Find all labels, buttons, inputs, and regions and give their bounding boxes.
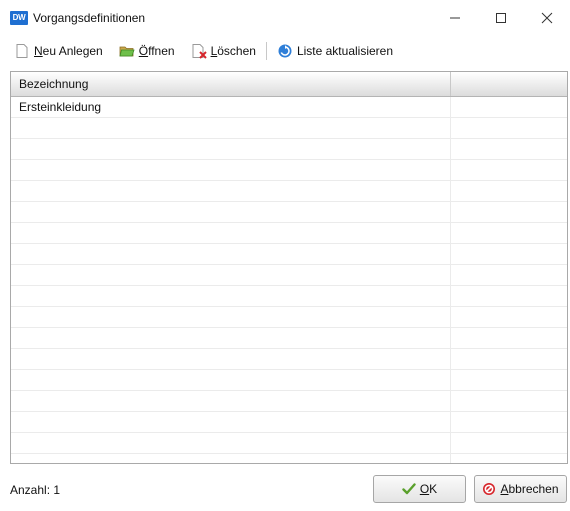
table-row[interactable] (11, 181, 567, 202)
cell-bezeichnung (11, 328, 451, 348)
minimize-icon (450, 17, 460, 19)
new-button[interactable]: Neu Anlegen (10, 40, 107, 62)
column-header-empty[interactable] (451, 72, 567, 96)
table-row[interactable] (11, 202, 567, 223)
cell-bezeichnung (11, 391, 451, 411)
table-row[interactable]: Ersteinkleidung (11, 97, 567, 118)
title-bar: DW Vorgangsdefinitionen (0, 0, 570, 36)
checkmark-icon (402, 482, 416, 496)
blank-document-icon (14, 43, 30, 59)
minimize-button[interactable] (432, 0, 478, 36)
cell-bezeichnung (11, 433, 451, 453)
column-header-bezeichnung[interactable]: Bezeichnung (11, 72, 451, 96)
cell-bezeichnung (11, 118, 451, 138)
table-row[interactable] (11, 391, 567, 412)
cell-bezeichnung (11, 139, 451, 159)
table-row[interactable] (11, 370, 567, 391)
cell-bezeichnung (11, 412, 451, 432)
refresh-list-button-label: Liste aktualisieren (296, 44, 394, 58)
app-logo-icon: DW (10, 11, 28, 25)
cell-bezeichnung (11, 223, 451, 243)
cell-bezeichnung (11, 454, 451, 463)
table-body: Ersteinkleidung (11, 97, 567, 463)
table-row[interactable] (11, 307, 567, 328)
cancel-button-label: Abbrechen (500, 482, 559, 496)
record-count: Anzahl: 1 (10, 483, 61, 497)
table-row[interactable] (11, 454, 567, 463)
cell-bezeichnung (11, 202, 451, 222)
prohibited-icon (482, 482, 496, 496)
table-row[interactable] (11, 433, 567, 454)
table-header: Bezeichnung (11, 72, 567, 97)
cell-bezeichnung (11, 160, 451, 180)
table-row[interactable] (11, 244, 567, 265)
maximize-icon (496, 13, 506, 23)
maximize-button[interactable] (478, 0, 524, 36)
refresh-icon (277, 43, 293, 59)
table-row[interactable] (11, 223, 567, 244)
open-button[interactable]: Öffnen (115, 40, 179, 62)
document-delete-icon (191, 43, 207, 59)
folder-open-icon (119, 43, 135, 59)
delete-button-label: Löschen (210, 44, 256, 58)
toolbar-separator (265, 42, 267, 60)
table-row[interactable] (11, 139, 567, 160)
cell-bezeichnung (11, 265, 451, 285)
ok-button[interactable]: OK (373, 475, 466, 503)
cell-bezeichnung: Ersteinkleidung (11, 97, 451, 117)
ok-button-label: OK (419, 482, 438, 496)
table-row[interactable] (11, 286, 567, 307)
window-title: Vorgangsdefinitionen (33, 11, 146, 25)
close-icon (541, 12, 553, 24)
cell-bezeichnung (11, 370, 451, 390)
cell-bezeichnung (11, 286, 451, 306)
cell-bezeichnung (11, 349, 451, 369)
table-row[interactable] (11, 265, 567, 286)
delete-button[interactable]: Löschen (187, 40, 260, 62)
table-row[interactable] (11, 328, 567, 349)
table-row[interactable] (11, 160, 567, 181)
cancel-button[interactable]: Abbrechen (474, 475, 567, 503)
cell-bezeichnung (11, 181, 451, 201)
cell-bezeichnung (11, 307, 451, 327)
toolbar: Neu Anlegen Öffnen Löschen Liste aktuali… (0, 38, 570, 64)
close-button[interactable] (524, 0, 570, 36)
open-button-label: Öffnen (138, 44, 175, 58)
table-row[interactable] (11, 412, 567, 433)
refresh-list-button[interactable]: Liste aktualisieren (273, 40, 397, 62)
table-row[interactable] (11, 349, 567, 370)
table-row[interactable] (11, 118, 567, 139)
new-button-label: Neu Anlegen (34, 44, 103, 58)
definitions-table[interactable]: Bezeichnung Ersteinkleidung (10, 71, 568, 464)
cell-bezeichnung (11, 244, 451, 264)
